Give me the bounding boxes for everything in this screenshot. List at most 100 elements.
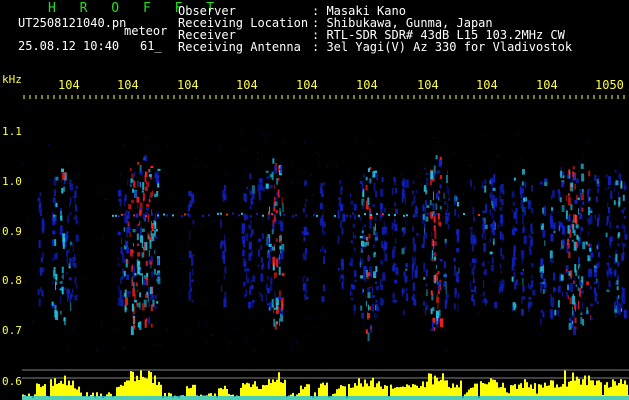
noise-pixel — [68, 298, 70, 300]
carrier-dot — [382, 213, 384, 216]
echo-streak — [436, 170, 440, 174]
noise-pixel — [311, 195, 313, 197]
echo-streak — [124, 297, 128, 306]
echo-streak — [53, 253, 56, 260]
echo-streak — [153, 268, 156, 275]
carrier-dot — [283, 213, 285, 216]
noise-pixel — [111, 274, 113, 276]
noise-pixel — [400, 174, 402, 176]
echo-count: 61_ — [140, 39, 162, 53]
echo-streak — [269, 285, 273, 292]
echo-streak — [67, 249, 70, 254]
echo-streak — [369, 326, 372, 329]
echo-streak — [432, 252, 435, 256]
echo-streak — [597, 242, 599, 250]
echo-streak — [579, 237, 581, 245]
echo-streak — [590, 303, 594, 307]
echo-streak — [340, 186, 343, 191]
echo-streak — [514, 281, 516, 285]
echo-streak — [575, 178, 579, 183]
noise-pixel — [488, 241, 490, 243]
noise-pixel — [64, 236, 66, 238]
echo-streak — [575, 303, 578, 309]
noise-pixel — [316, 253, 318, 255]
echo-streak — [414, 256, 416, 265]
echo-streak — [131, 264, 133, 270]
echo-streak — [453, 303, 456, 310]
noise-pixel — [432, 299, 434, 301]
noise-pixel — [407, 228, 409, 230]
echo-streak — [135, 213, 139, 218]
echo-streak — [132, 317, 135, 323]
echo-streak — [574, 317, 577, 324]
echo-streak — [572, 166, 575, 170]
noise-pixel — [362, 154, 364, 156]
echo-streak — [607, 202, 609, 208]
echo-streak — [575, 224, 579, 229]
echo-streak — [368, 272, 371, 277]
carrier-dot — [232, 212, 234, 215]
noise-pixel — [139, 167, 141, 169]
echo-streak — [490, 178, 494, 185]
echo-streak — [411, 226, 414, 232]
echo-streak — [69, 293, 72, 300]
meta-key-antenna: Receiving Antenna — [178, 40, 301, 54]
echo-streak — [413, 298, 417, 306]
echo-streak — [118, 262, 120, 267]
noise-pixel — [557, 211, 559, 213]
echo-streak — [151, 271, 154, 278]
echo-streak — [117, 297, 121, 307]
noise-pixel — [448, 298, 450, 300]
noise-pixel — [225, 173, 227, 175]
echo-streak — [64, 287, 67, 290]
echo-streak — [470, 289, 474, 293]
echo-streak — [544, 289, 547, 293]
echo-streak — [551, 305, 554, 308]
echo-streak — [539, 181, 543, 185]
echo-streak — [363, 241, 367, 247]
echo-streak — [457, 214, 459, 219]
echo-streak — [267, 260, 269, 263]
echo-streak — [131, 303, 134, 312]
echo-streak — [423, 262, 426, 272]
echo-streak — [279, 208, 281, 215]
echo-streak — [245, 289, 247, 297]
echo-streak — [138, 267, 141, 270]
echo-streak — [422, 301, 425, 306]
echo-streak — [559, 197, 562, 203]
echo-streak — [587, 218, 589, 224]
noise-pixel — [205, 342, 207, 344]
echo-streak — [52, 197, 56, 203]
noise-pixel — [66, 234, 68, 236]
echo-streak — [142, 276, 144, 285]
carrier-dot — [133, 214, 135, 217]
carrier-dot — [388, 213, 390, 216]
echo-streak — [370, 272, 373, 278]
y-tick-label: 1.0 — [2, 175, 22, 188]
echo-streak — [515, 279, 518, 285]
echo-streak — [53, 189, 56, 197]
noise-pixel — [439, 314, 441, 316]
echo-streak — [280, 249, 284, 253]
echo-streak — [580, 163, 584, 169]
capture-datetime: 25.08.12 10:40 — [18, 39, 120, 53]
echo-streak — [605, 187, 607, 191]
echo-streak — [259, 184, 263, 190]
echo-streak — [456, 248, 460, 253]
echo-streak — [362, 226, 364, 235]
echo-streak — [361, 312, 365, 319]
noise-pixel — [436, 190, 438, 192]
echo-streak — [438, 216, 440, 226]
echo-streak — [412, 257, 415, 267]
echo-streak — [124, 194, 127, 201]
echo-streak — [51, 239, 54, 246]
noise-pixel — [494, 281, 496, 283]
echo-streak — [519, 185, 522, 188]
echo-streak — [273, 207, 276, 212]
echo-streak — [341, 261, 345, 271]
echo-streak — [73, 263, 77, 268]
echo-streak — [243, 192, 246, 202]
noise-pixel — [479, 295, 481, 297]
echo-streak — [558, 309, 560, 317]
carrier-dot — [262, 214, 264, 217]
